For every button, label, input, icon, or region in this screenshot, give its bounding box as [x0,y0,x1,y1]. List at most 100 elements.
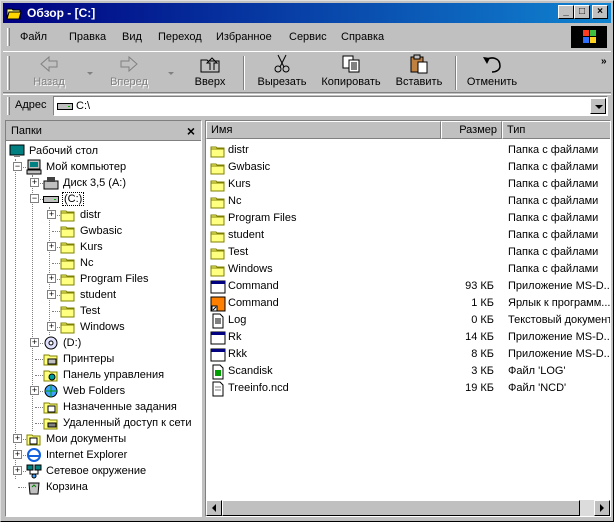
tree-expander[interactable]: + [13,466,22,475]
paste-button[interactable]: Вставить [389,54,449,92]
tree-expander[interactable]: + [13,450,22,459]
file-row[interactable]: Kurs Папка с файлами [206,176,610,193]
back-button[interactable]: Назад [21,54,77,92]
folder-icon [210,160,226,176]
scroll-right-button[interactable] [594,500,610,516]
file-row[interactable]: Scandisk 3 КБ Файл 'LOG' [206,363,610,380]
tree-expander[interactable]: + [47,210,56,219]
address-label: Адрес [15,99,47,111]
folder-tree: Рабочий стол − Мой компьютер + Диск 3,5 (A:)… [6,143,201,516]
file-row[interactable]: Windows Папка с файлами [206,261,610,278]
tree-item-label: Мой компьютер [46,161,127,173]
menu-grip[interactable] [7,28,10,46]
paste-label: Вставить [395,76,443,88]
tree-expander[interactable]: + [47,274,56,283]
back-dropdown-arrow[interactable] [87,72,93,75]
file-row[interactable]: Log 0 КБ Текстовый документ [206,312,610,329]
toolbar-more-chevron[interactable]: » [601,56,607,67]
tree-expander[interactable]: + [30,386,39,395]
menu-go[interactable]: Переход [158,31,202,43]
tree-item-label: Мои документы [46,433,127,445]
tree-expander[interactable]: − [13,162,22,171]
file-size: 1 КБ [471,297,494,309]
file-name: Program Files [228,212,297,224]
cut-button[interactable]: Вырезать [251,54,313,92]
folder-icon [210,143,226,159]
file-row[interactable]: distr Папка с файлами [206,142,610,159]
address-input[interactable]: C:\ [53,96,608,116]
file-row[interactable]: Test Папка с файлами [206,244,610,261]
tree-expander[interactable]: + [30,178,39,187]
column-header-type[interactable]: Тип [502,121,610,139]
menu-file[interactable]: Файл [20,31,47,43]
column-header-name[interactable]: Имя [206,121,441,139]
undo-button[interactable]: Отменить [461,54,523,92]
file-row[interactable]: Treeinfo.ncd 19 КБ Файл 'NCD' [206,380,610,397]
text-doc-icon [210,313,226,329]
folder-icon [210,262,226,278]
maximize-button[interactable]: □ [574,5,590,19]
address-grip[interactable] [7,97,10,115]
scroll-left-button[interactable] [206,500,222,516]
menu-help[interactable]: Справка [341,31,384,43]
tree-item-label: Test [80,305,101,317]
up-button[interactable]: Вверх [186,54,234,92]
horizontal-scrollbar[interactable] [206,500,610,516]
tree-expander[interactable]: + [47,242,56,251]
toolbar-grip[interactable] [7,56,10,90]
forward-button[interactable]: Вперед [99,54,159,92]
tree-item-label: Windows [80,321,125,333]
file-name: Gwbasic [228,161,271,173]
file-row[interactable]: Program Files Папка с файлами [206,210,610,227]
file-row[interactable]: Gwbasic Папка с файлами [206,159,610,176]
file-name: Command [228,297,279,309]
address-dropdown-button[interactable] [590,98,606,114]
menu-tools[interactable]: Сервис [289,31,327,43]
tree-expander[interactable]: + [30,338,39,347]
tree-expander[interactable]: + [47,322,56,331]
file-type: Папка с файлами [508,144,599,156]
file-size: 14 КБ [465,331,494,343]
file-name: Command [228,280,279,292]
file-row[interactable]: Nc Папка с файлами [206,193,610,210]
folders-pane-header: Папки × [6,121,201,141]
forward-dropdown-arrow[interactable] [168,72,174,75]
file-type: Папка с файлами [508,212,599,224]
title-bar[interactable]: Обзор - [C:] _ □ × [3,3,611,23]
menu-favorites[interactable]: Избранное [216,31,272,43]
scissors-icon [274,54,290,73]
tree-expander[interactable]: + [47,290,56,299]
file-size: 3 КБ [471,365,494,377]
file-row[interactable]: Command 93 КБ Приложение MS-D... [206,278,610,295]
file-type: Приложение MS-D... [508,331,611,343]
menu-view[interactable]: Вид [122,31,142,43]
file-row[interactable]: Rkk 8 КБ Приложение MS-D... [206,346,610,363]
folder-open-icon [6,8,22,20]
copy-button[interactable]: Копировать [316,54,386,92]
windows-logo [571,26,607,48]
msdos-app-icon [210,330,226,346]
close-button[interactable]: × [592,5,608,19]
tree-expander[interactable]: + [13,434,22,443]
file-type: Приложение MS-D... [508,280,611,292]
file-name: Nc [228,195,242,207]
drive-icon [57,103,73,110]
file-row[interactable]: student Папка с файлами [206,227,610,244]
cdrom-icon [43,335,59,351]
column-size-label: Размер [459,124,497,136]
folders-pane-close-button[interactable]: × [187,123,195,139]
menu-bar: Файл Правка Вид Переход Избранное Сервис… [3,25,611,49]
scroll-thumb[interactable] [222,500,580,516]
file-row[interactable]: Rk 14 КБ Приложение MS-D... [206,329,610,346]
tree-expander[interactable]: − [30,194,39,203]
menu-edit[interactable]: Правка [69,31,106,43]
tree-item-label: Сетевое окружение [46,465,147,477]
explorer-window: Обзор - [C:] _ □ × Файл Правка Вид Перех… [0,0,614,522]
column-header-size[interactable]: Размер [441,121,502,139]
minimize-button[interactable]: _ [558,5,574,19]
desktop-icon [9,143,25,159]
folder-icon [210,245,226,261]
file-name: Rk [228,331,242,343]
tree-item-label: (D:) [63,337,82,349]
file-row[interactable]: Command 1 КБ Ярлык к программ... [206,295,610,312]
